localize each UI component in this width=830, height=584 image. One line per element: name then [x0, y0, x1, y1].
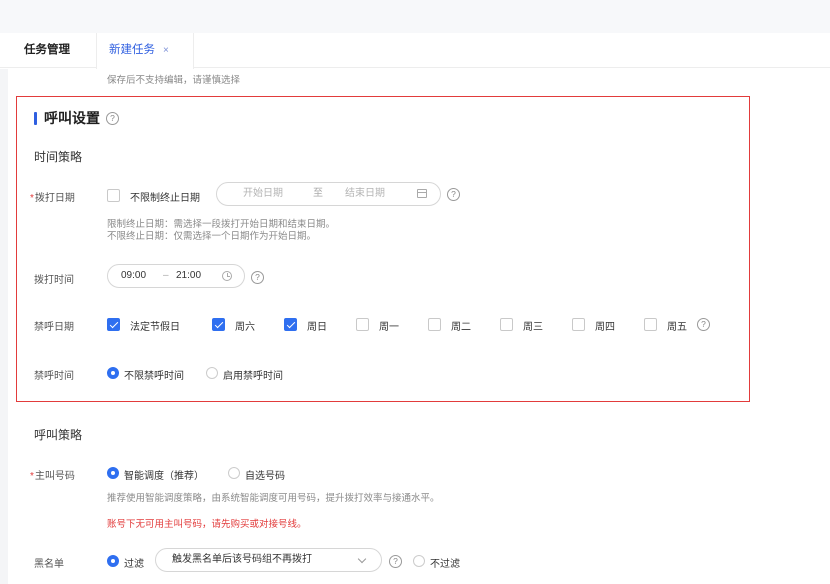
- no-forbidden-time-radio[interactable]: [107, 367, 119, 379]
- monday-checkbox[interactable]: [356, 318, 369, 331]
- wednesday-label: 周三: [523, 322, 543, 333]
- caller-number-label: *主叫号码: [30, 467, 75, 482]
- blacklist-filter-radio[interactable]: [107, 555, 119, 567]
- custom-number-label: 自选号码: [245, 471, 285, 482]
- holiday-checkbox[interactable]: [107, 318, 120, 331]
- blacklist-select[interactable]: 触发黑名单后该号码组不再拨打: [155, 548, 382, 572]
- unlimited-end-date-label: 不限制终止日期: [130, 193, 200, 204]
- custom-number-radio[interactable]: [228, 467, 240, 479]
- enable-forbidden-time-label: 启用禁呼时间: [223, 371, 283, 382]
- title-accent-bar: [34, 111, 37, 125]
- blacklist-no-filter-radio[interactable]: [413, 555, 425, 567]
- sunday-checkbox[interactable]: [284, 318, 297, 331]
- tab-bar: 任务管理 新建任务 ×: [0, 33, 830, 69]
- help-icon[interactable]: ?: [106, 111, 119, 125]
- left-gutter: [0, 69, 8, 584]
- dial-time-help-icon[interactable]: ?: [251, 271, 264, 284]
- blacklist-select-value: 触发黑名单后该号码组不再拨打: [172, 554, 312, 565]
- tuesday-label: 周二: [451, 322, 471, 333]
- sunday-label: 周日: [307, 322, 327, 333]
- forbidden-days-label: 禁呼日期: [34, 322, 74, 333]
- thursday-label: 周四: [595, 322, 615, 333]
- call-settings-title-text: 呼叫设置: [44, 110, 100, 126]
- top-bar: [0, 0, 830, 33]
- end-date-input[interactable]: 结束日期: [345, 183, 385, 205]
- tab-task-management[interactable]: 任务管理: [24, 33, 70, 68]
- required-mark: *: [30, 193, 34, 204]
- time-range-separator: –: [163, 270, 169, 281]
- calendar-icon[interactable]: [417, 189, 427, 198]
- caller-number-warning: 账号下无可用主叫号码，请先购买或对接号线。: [107, 519, 307, 530]
- blacklist-label: 黑名单: [34, 559, 64, 570]
- thursday-checkbox[interactable]: [572, 318, 585, 331]
- saturday-label: 周六: [235, 322, 255, 333]
- saturday-checkbox[interactable]: [212, 318, 225, 331]
- forbidden-days-help-icon[interactable]: ?: [697, 318, 710, 331]
- smart-dispatch-radio[interactable]: [107, 467, 119, 479]
- start-time-input[interactable]: 09:00: [121, 265, 146, 287]
- start-date-input[interactable]: 开始日期: [243, 183, 283, 205]
- call-settings-title: 呼叫设置 ?: [34, 108, 119, 128]
- end-time-input[interactable]: 21:00: [176, 265, 201, 287]
- chevron-down-icon[interactable]: [357, 554, 367, 564]
- tab-new-task-label: 新建任务: [109, 44, 155, 56]
- date-range-separator: 至: [313, 188, 323, 199]
- unlimited-end-date-checkbox[interactable]: [107, 189, 120, 202]
- enable-forbidden-time-radio[interactable]: [206, 367, 218, 379]
- blacklist-filter-label: 过滤: [124, 559, 144, 570]
- tuesday-checkbox[interactable]: [428, 318, 441, 331]
- dial-date-note-2: 不限终止日期：仅需选择一个日期作为开始日期。: [107, 231, 317, 242]
- holiday-label: 法定节假日: [130, 322, 180, 333]
- blacklist-no-filter-label: 不过滤: [430, 559, 460, 570]
- call-strategy-title: 呼叫策略: [34, 428, 83, 442]
- close-icon[interactable]: ×: [163, 45, 169, 56]
- clock-icon[interactable]: [222, 271, 232, 281]
- no-forbidden-time-label: 不限禁呼时间: [124, 371, 184, 382]
- required-mark: *: [30, 471, 34, 482]
- time-range-picker[interactable]: 09:00 – 21:00: [107, 264, 245, 288]
- dial-date-label-text: 拨打日期: [34, 193, 75, 204]
- monday-label: 周一: [379, 322, 399, 333]
- dial-time-label: 拨打时间: [34, 275, 74, 286]
- tab-new-task[interactable]: 新建任务 ×: [96, 33, 194, 69]
- friday-label: 周五: [667, 322, 687, 333]
- forbidden-time-label: 禁呼时间: [34, 371, 74, 382]
- friday-checkbox[interactable]: [644, 318, 657, 331]
- time-strategy-title: 时间策略: [34, 150, 83, 164]
- dial-date-label: *拨打日期: [30, 189, 75, 204]
- caller-number-note: 推荐使用智能调度策略，由系统智能调度可用号码，提升拨打效率与接通水平。: [107, 493, 440, 504]
- dial-date-note-1: 限制终止日期：需选择一段拨打开始日期和结束日期。: [107, 219, 336, 230]
- caller-number-label-text: 主叫号码: [34, 471, 75, 482]
- smart-dispatch-label: 智能调度（推荐）: [124, 471, 204, 482]
- edit-warning-hint: 保存后不支持编辑，请谨慎选择: [107, 75, 241, 86]
- dial-date-help-icon[interactable]: ?: [447, 188, 460, 201]
- date-range-picker[interactable]: 开始日期 至 结束日期: [216, 182, 441, 206]
- wednesday-checkbox[interactable]: [500, 318, 513, 331]
- blacklist-help-icon[interactable]: ?: [389, 555, 402, 568]
- call-settings-highlight-box: [16, 96, 750, 402]
